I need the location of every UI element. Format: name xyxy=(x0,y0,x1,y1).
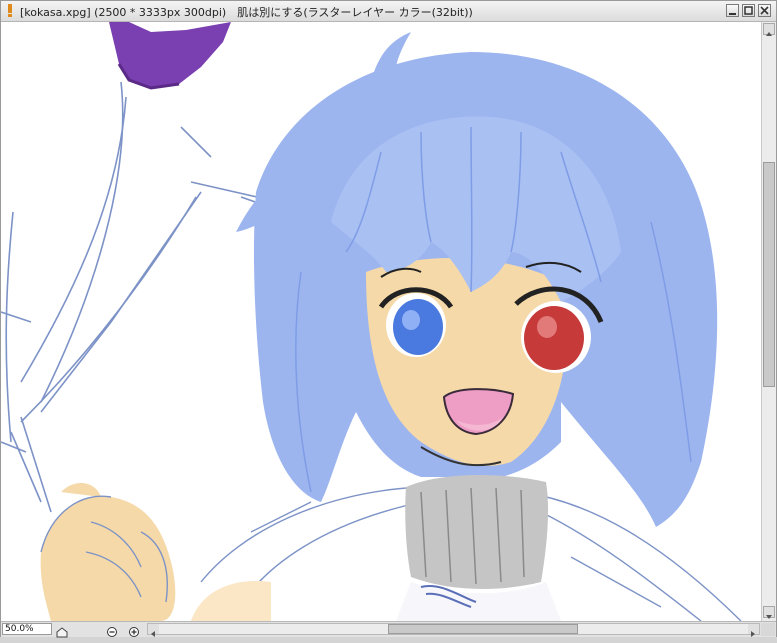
eye-right-iris xyxy=(524,306,584,370)
vertical-scroll-thumb[interactable] xyxy=(763,162,775,387)
arrow-right-icon xyxy=(751,631,755,637)
resize-corner[interactable] xyxy=(761,623,775,636)
maximize-icon xyxy=(744,6,753,15)
horizontal-scroll-thumb[interactable] xyxy=(388,624,578,634)
artwork xyxy=(1,22,742,621)
arrow-left-icon xyxy=(151,631,155,637)
zoom-out-icon xyxy=(107,627,117,637)
status-bar: 50.0% xyxy=(1,621,776,638)
close-button[interactable] xyxy=(758,4,771,17)
title-bar[interactable]: [kokasa.xpg] (2500 * 3333px 300dpi) 肌は別に… xyxy=(1,1,776,22)
eye-right-highlight xyxy=(537,316,557,338)
document-window: [kokasa.xpg] (2500 * 3333px 300dpi) 肌は別に… xyxy=(0,0,777,638)
minimize-button[interactable] xyxy=(726,4,739,17)
home-icon xyxy=(56,627,68,638)
app-icon xyxy=(8,4,12,17)
scroll-left-arrow[interactable] xyxy=(148,624,159,637)
arrow-up-icon xyxy=(766,32,772,36)
finger xyxy=(61,482,101,497)
home-button[interactable] xyxy=(54,623,70,638)
scroll-up-arrow[interactable] xyxy=(763,23,775,36)
eye-left-iris xyxy=(393,299,443,355)
close-icon xyxy=(760,6,769,15)
eye-left-highlight xyxy=(402,310,420,330)
zoom-out-button[interactable] xyxy=(105,623,121,637)
zoom-in-icon xyxy=(129,627,139,637)
scroll-down-arrow[interactable] xyxy=(763,606,775,619)
window-title: [kokasa.xpg] (2500 * 3333px 300dpi) 肌は別に… xyxy=(20,6,473,19)
skin-wash xyxy=(191,581,271,621)
horizontal-scrollbar[interactable] xyxy=(147,623,760,637)
maximize-button[interactable] xyxy=(742,4,755,17)
zoom-in-button[interactable] xyxy=(127,623,143,637)
vertical-scrollbar[interactable] xyxy=(761,22,776,621)
scroll-right-arrow[interactable] xyxy=(748,624,759,637)
zoom-level-field[interactable]: 50.0% xyxy=(2,623,52,635)
minimize-icon xyxy=(729,13,736,15)
collar xyxy=(405,475,549,589)
drawing-canvas[interactable] xyxy=(1,22,761,621)
